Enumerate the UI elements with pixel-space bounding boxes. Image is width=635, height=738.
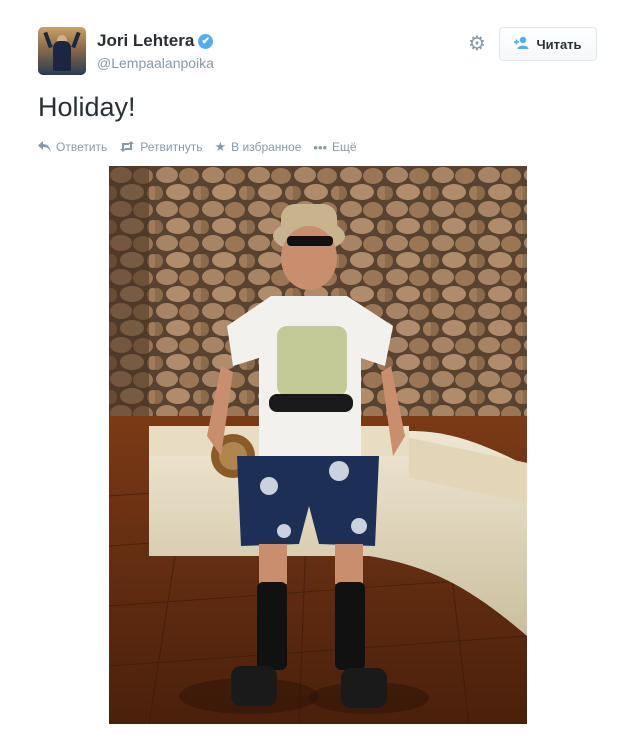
reply-button[interactable]: Ответить	[38, 140, 107, 155]
user-avatar[interactable]	[38, 27, 86, 75]
avatar-figure-arm	[43, 31, 53, 49]
more-dots-icon: •••	[313, 139, 328, 155]
tweet-photo-image	[109, 166, 527, 724]
more-label: Ещё	[332, 140, 357, 154]
person-plus-icon	[514, 36, 530, 53]
retweet-button[interactable]: Ретвитнуть	[119, 140, 203, 155]
tweet-photo[interactable]	[109, 166, 527, 724]
reply-label: Ответить	[56, 140, 108, 154]
tweet-actions: Ответить Ретвитнуть ★ В избранное ••• Ещ…	[38, 139, 357, 155]
tweet-text: Holiday!	[38, 92, 136, 122]
star-icon: ★	[214, 139, 227, 154]
reply-icon	[38, 140, 51, 155]
user-handle[interactable]: @Lempaalanpoika	[97, 55, 214, 71]
gear-icon[interactable]: ⚙	[467, 34, 487, 54]
avatar-figure-body	[53, 41, 71, 71]
follow-button[interactable]: Читать	[499, 27, 597, 61]
user-name[interactable]: Jori Lehtera ✔	[97, 31, 214, 51]
more-button[interactable]: ••• Ещё	[313, 140, 356, 155]
retweet-icon	[119, 140, 135, 155]
follow-button-label: Читать	[536, 36, 582, 52]
retweet-label: Ретвитнуть	[140, 140, 203, 154]
verified-badge-icon: ✔	[198, 33, 214, 49]
favorite-label: В избранное	[231, 140, 302, 154]
favorite-button[interactable]: ★ В избранное	[215, 139, 302, 155]
user-name-label[interactable]: Jori Lehtera	[97, 31, 194, 51]
avatar-figure-arm	[71, 31, 81, 49]
